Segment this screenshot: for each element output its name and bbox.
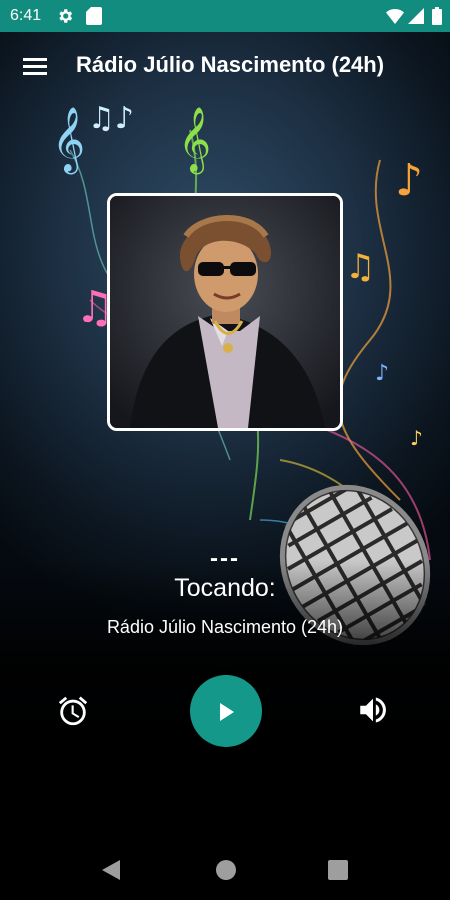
- status-bar: 6:41: [0, 0, 450, 32]
- recents-icon[interactable]: [328, 860, 348, 885]
- svg-text:♫♪: ♫♪: [88, 101, 134, 136]
- gear-icon: [56, 7, 74, 30]
- svg-text:♪: ♪: [410, 426, 423, 450]
- play-icon: [220, 703, 234, 721]
- hamburger-menu-icon[interactable]: [20, 52, 50, 82]
- wifi-icon: [386, 8, 404, 29]
- alarm-clock-icon[interactable]: [56, 694, 90, 728]
- svg-text:♪: ♪: [395, 155, 423, 206]
- play-button[interactable]: [190, 675, 262, 747]
- svg-text:𝄞: 𝄞: [52, 107, 85, 174]
- app-bar: Rádio Júlio Nascimento (24h): [0, 32, 450, 102]
- navigation-bar: [0, 840, 450, 900]
- track-title: ---: [210, 545, 240, 572]
- back-icon[interactable]: [100, 858, 122, 887]
- volume-icon[interactable]: [356, 693, 390, 727]
- station-name: Rádio Júlio Nascimento (24h): [106, 617, 344, 637]
- status-time: 6:41: [10, 7, 42, 24]
- signal-icon: [408, 8, 424, 29]
- home-icon[interactable]: [215, 859, 237, 886]
- album-art: [107, 193, 343, 431]
- svg-text:𝄞: 𝄞: [178, 107, 211, 174]
- svg-text:♫: ♫: [345, 247, 375, 287]
- sd-card-icon: [86, 7, 102, 30]
- battery-icon: [432, 7, 442, 30]
- playing-label: Tocando:: [174, 574, 276, 602]
- svg-text:♪: ♪: [375, 361, 389, 386]
- app-title: Rádio Júlio Nascimento (24h): [76, 52, 385, 77]
